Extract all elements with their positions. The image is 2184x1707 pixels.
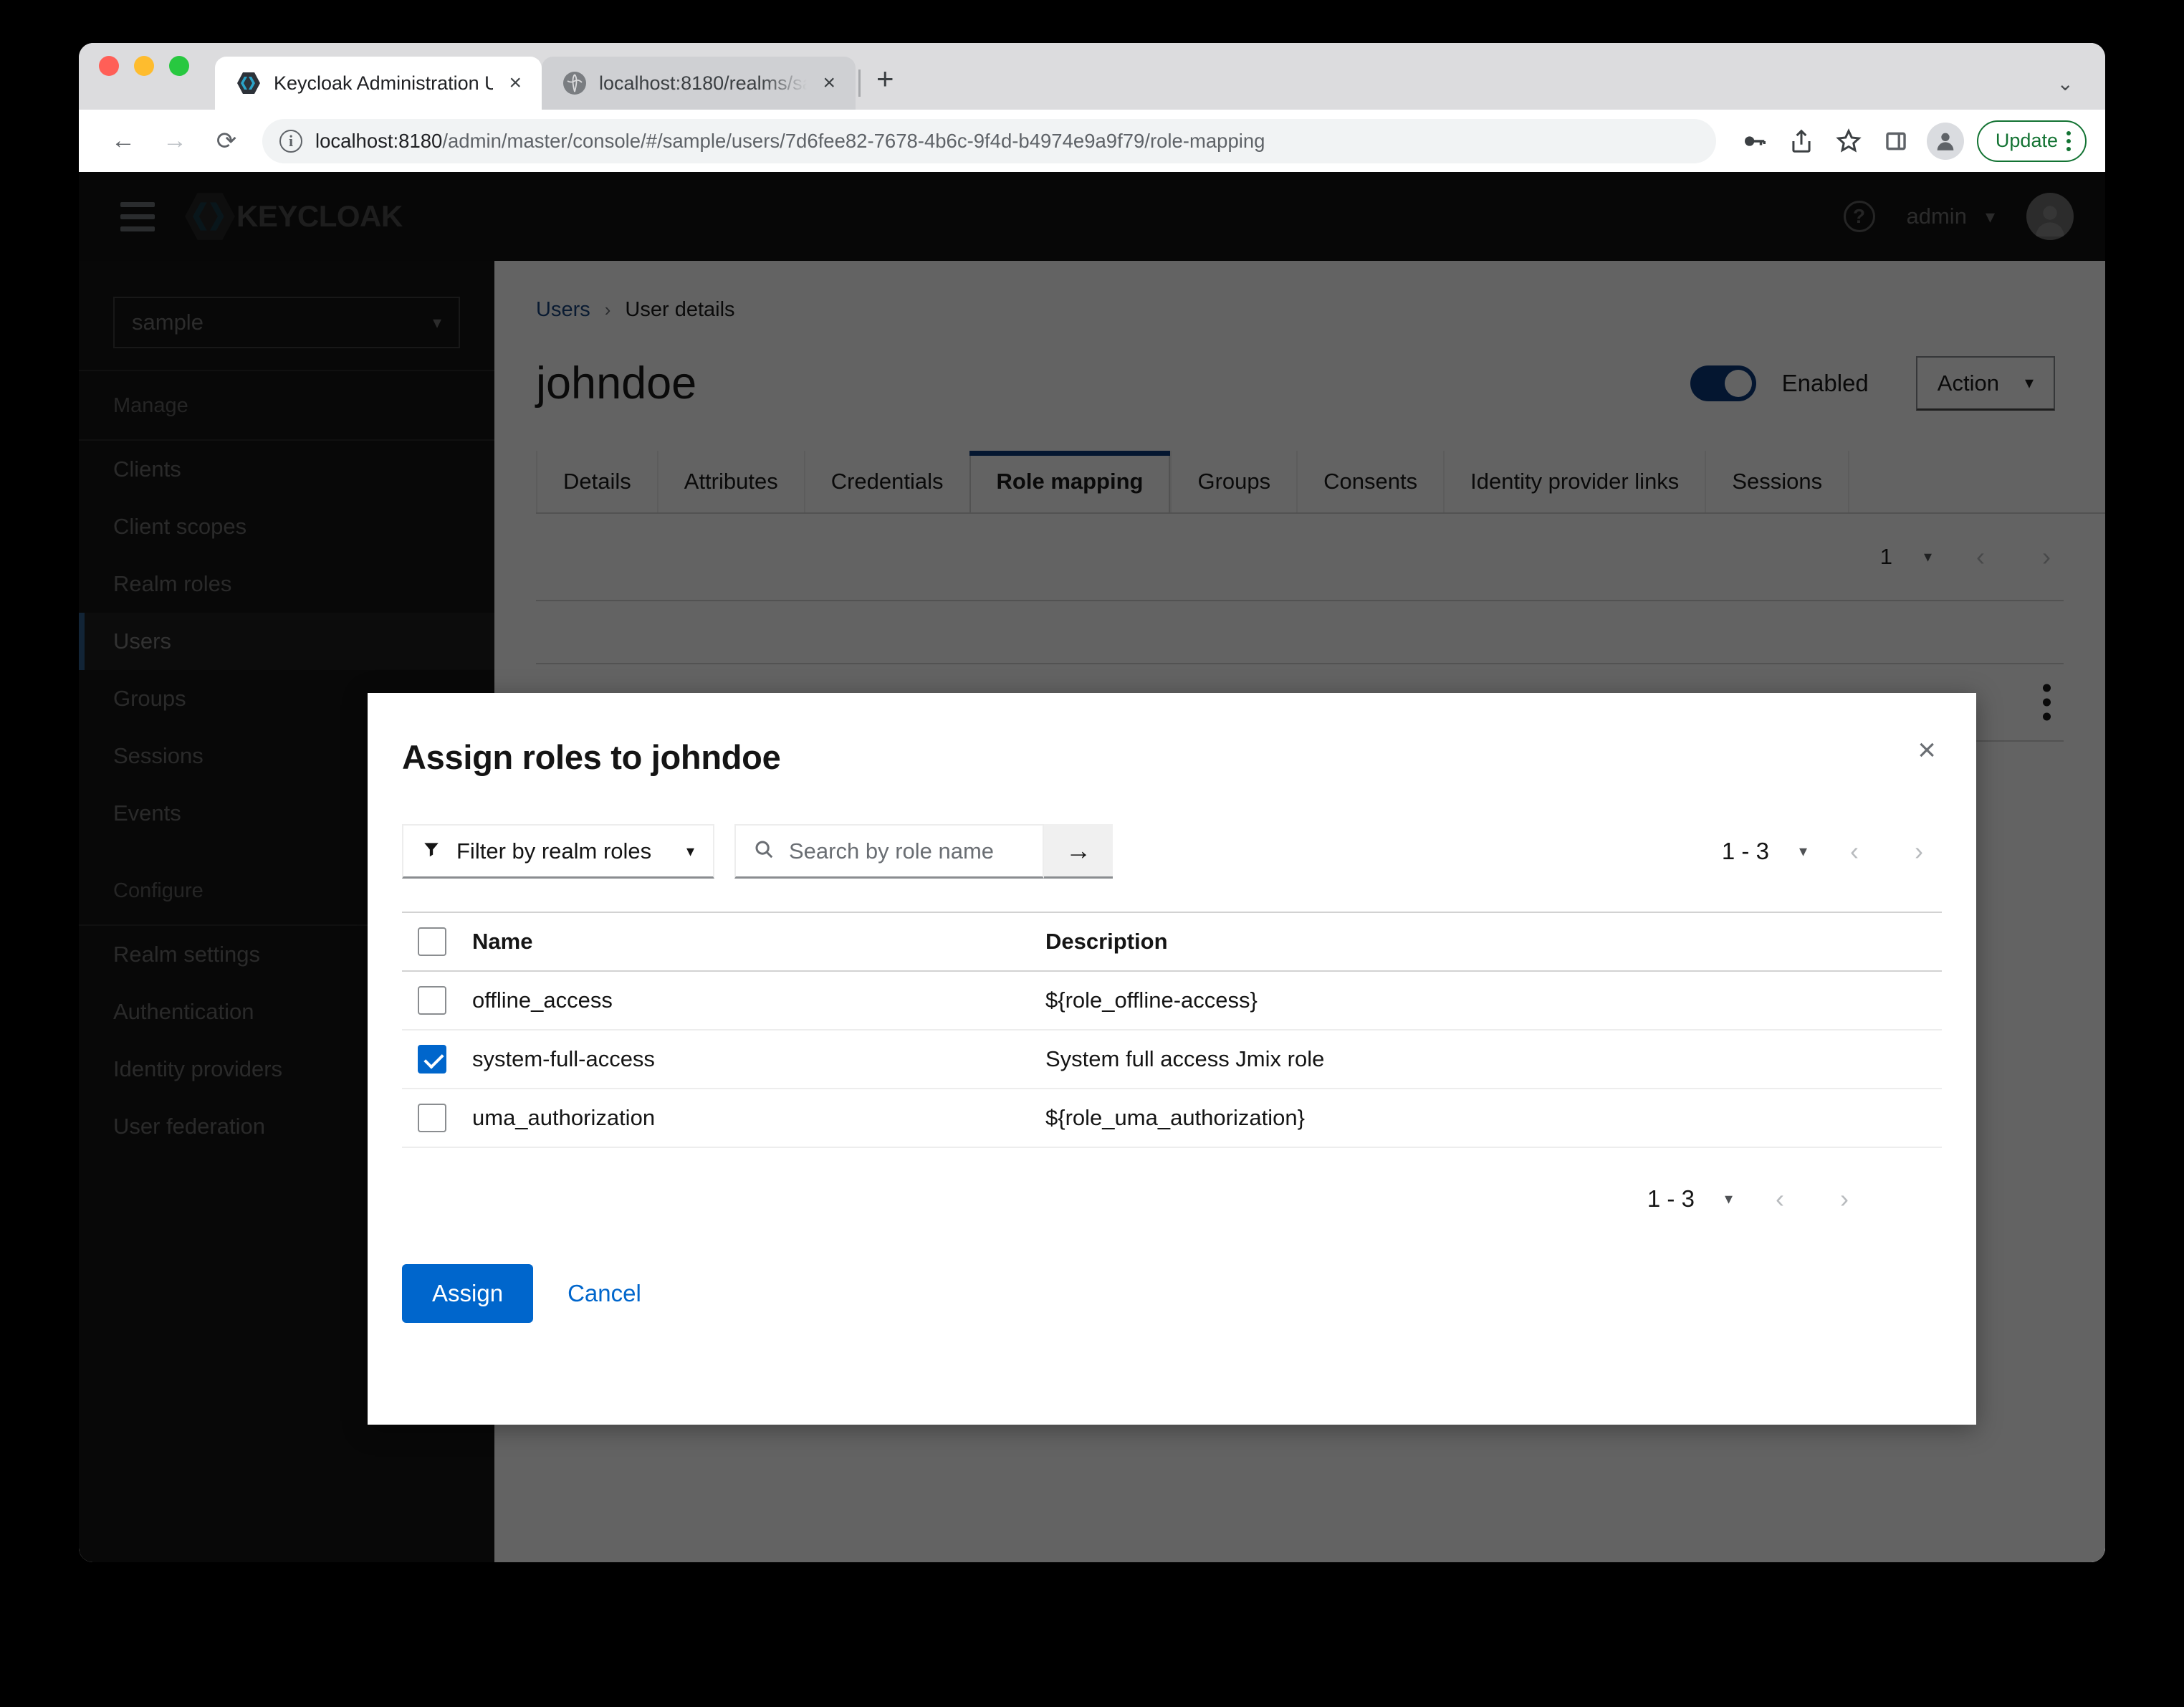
roles-table: Name Description offline_access ${role_o… <box>402 912 1942 1148</box>
search-icon <box>753 838 775 864</box>
filter-icon <box>422 838 441 864</box>
globe-favicon-icon <box>563 72 586 95</box>
modal-bottom-pagination: 1 - 3 ▾ ‹ › <box>368 1148 1976 1214</box>
chevron-down-icon[interactable]: ▾ <box>1799 842 1807 861</box>
assign-roles-modal: Assign roles to johndoe × Filter by real… <box>368 693 1976 1425</box>
share-icon[interactable] <box>1781 120 1822 162</box>
modal-top-pagination: 1 - 3 ▾ ‹ › <box>1722 836 1936 866</box>
chevron-down-icon[interactable]: ⌄ <box>2057 72 2074 95</box>
keycloak-favicon-icon <box>236 71 261 95</box>
new-tab-button[interactable]: + <box>876 64 894 110</box>
star-icon[interactable] <box>1828 120 1869 162</box>
tab-divider <box>858 70 861 97</box>
url-host: localhost:8180 <box>315 130 442 152</box>
table-row[interactable]: system-full-access System full access Jm… <box>402 1031 1942 1089</box>
forward-button[interactable]: → <box>152 118 198 164</box>
filter-dropdown-label: Filter by realm roles <box>456 838 651 864</box>
filter-by-realm-roles-dropdown[interactable]: Filter by realm roles ▾ <box>402 824 714 879</box>
table-header-row: Name Description <box>402 913 1942 972</box>
modal-toolbar: Filter by realm roles ▾ Search by role n… <box>368 777 1976 879</box>
search-input[interactable]: Search by role name <box>734 824 1044 879</box>
modal-title: Assign roles to johndoe <box>402 737 780 777</box>
site-info-icon[interactable]: i <box>279 130 302 153</box>
select-all-checkbox[interactable] <box>418 927 446 956</box>
row-checkbox[interactable] <box>418 1104 446 1132</box>
role-name: uma_authorization <box>472 1105 1045 1131</box>
chevron-down-icon: ▾ <box>686 842 694 861</box>
modal-footer: Assign Cancel <box>368 1214 1976 1323</box>
role-search-group: Search by role name → <box>734 824 1113 879</box>
pagination-range-top: 1 - 3 <box>1722 838 1769 865</box>
browser-toolbar: ← → ⟳ i localhost:8180/admin/master/cons… <box>79 110 2105 172</box>
maximize-window-button[interactable] <box>169 56 189 76</box>
pagination-range-bottom: 1 - 3 <box>1647 1185 1695 1213</box>
assign-button[interactable]: Assign <box>402 1264 533 1323</box>
reload-button[interactable]: ⟳ <box>203 118 249 164</box>
address-bar[interactable]: i localhost:8180/admin/master/console/#/… <box>262 119 1716 163</box>
role-description: ${role_offline-access} <box>1045 988 1258 1013</box>
update-button-label: Update <box>1996 130 2058 152</box>
row-checkbox[interactable] <box>418 986 446 1015</box>
url-path: /admin/master/console/#/sample/users/7d6… <box>442 130 1265 152</box>
tab-close-icon[interactable]: × <box>506 72 525 94</box>
update-button[interactable]: Update <box>1977 120 2087 162</box>
tab-title-keycloak: Keycloak Administration UI <box>274 72 493 95</box>
column-header-name: Name <box>472 929 1045 955</box>
browser-window: Keycloak Administration UI × localhost:8… <box>79 43 2105 1562</box>
keycloak-app: KEYCLOAK ? admin ▾ sam <box>79 172 2105 1562</box>
browser-tab-keycloak[interactable]: Keycloak Administration UI × <box>215 57 542 110</box>
next-page-icon-bottom[interactable]: › <box>1827 1184 1862 1214</box>
search-input-placeholder: Search by role name <box>789 838 994 864</box>
close-window-button[interactable] <box>99 56 119 76</box>
kebab-menu-icon[interactable] <box>2066 131 2078 151</box>
back-button[interactable]: ← <box>100 118 146 164</box>
row-checkbox[interactable] <box>418 1045 446 1074</box>
minimize-window-button[interactable] <box>134 56 154 76</box>
table-row[interactable]: offline_access ${role_offline-access} <box>402 972 1942 1031</box>
column-header-description: Description <box>1045 929 1168 955</box>
chevron-down-icon[interactable]: ▾ <box>1725 1190 1733 1208</box>
modal-header: Assign roles to johndoe × <box>368 693 1976 777</box>
close-icon[interactable]: × <box>1917 737 1936 762</box>
window-traffic-lights <box>99 43 189 110</box>
tab-title-realms: localhost:8180/realms/sample/ <box>599 72 807 95</box>
cancel-button[interactable]: Cancel <box>567 1280 641 1307</box>
prev-page-icon-top[interactable]: ‹ <box>1837 836 1872 866</box>
browser-tab-strip: Keycloak Administration UI × localhost:8… <box>79 43 2105 110</box>
table-row[interactable]: uma_authorization ${role_uma_authorizati… <box>402 1089 1942 1148</box>
key-icon[interactable] <box>1733 120 1775 162</box>
prev-page-icon-bottom[interactable]: ‹ <box>1763 1184 1797 1214</box>
profile-avatar-icon[interactable] <box>1927 123 1964 160</box>
side-panel-icon[interactable] <box>1875 120 1917 162</box>
search-submit-button[interactable]: → <box>1044 824 1113 879</box>
role-name: offline_access <box>472 988 1045 1013</box>
role-name: system-full-access <box>472 1046 1045 1072</box>
role-description: ${role_uma_authorization} <box>1045 1105 1305 1131</box>
role-description: System full access Jmix role <box>1045 1046 1324 1072</box>
tab-close-icon-2[interactable]: × <box>820 72 838 94</box>
next-page-icon-top[interactable]: › <box>1902 836 1936 866</box>
address-bar-url: localhost:8180/admin/master/console/#/sa… <box>315 130 1265 153</box>
browser-tab-realms[interactable]: localhost:8180/realms/sample/ × <box>542 57 856 110</box>
